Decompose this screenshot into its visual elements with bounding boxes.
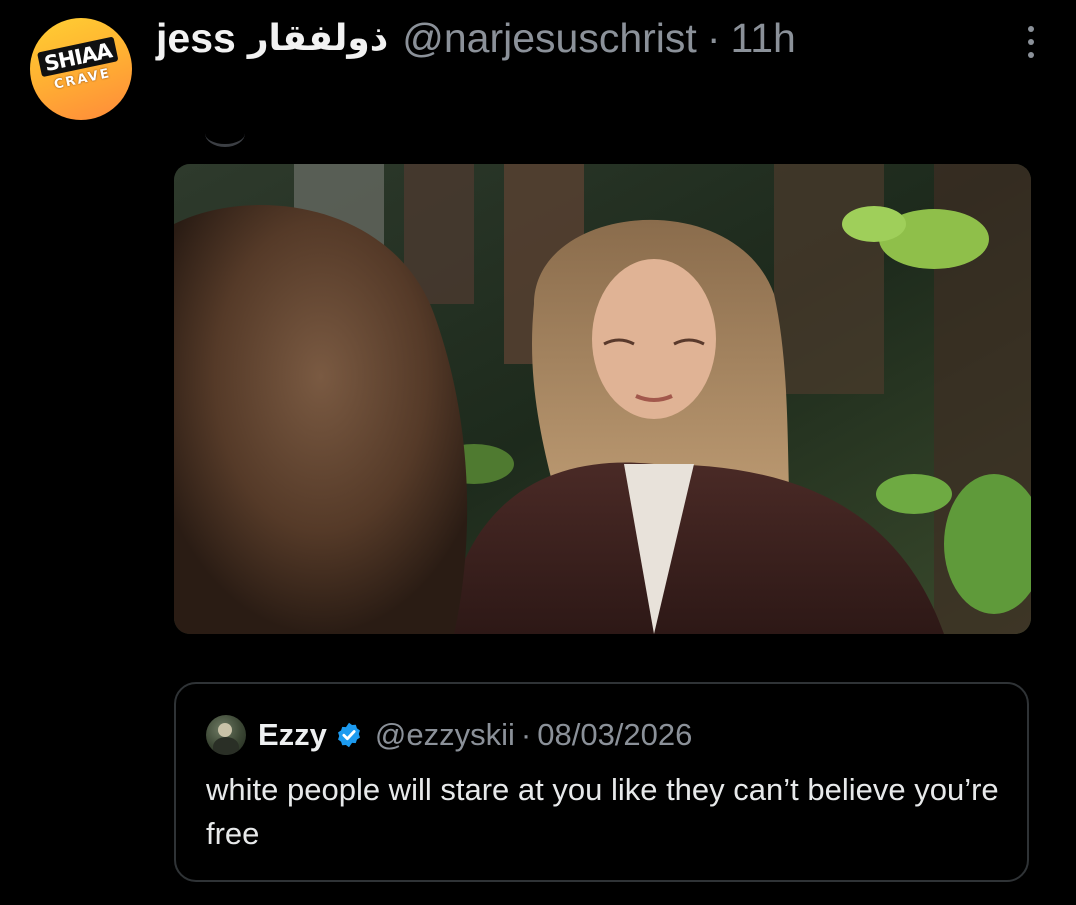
more-dot (1028, 52, 1034, 58)
quoted-author-display-name[interactable]: Ezzy (258, 717, 327, 753)
quoted-author-avatar[interactable] (206, 715, 246, 755)
author-handle[interactable]: @narjesuschrist (402, 15, 697, 62)
quoted-header-separator: · (520, 717, 532, 752)
verified-badge-icon (337, 722, 360, 748)
quoted-tweet[interactable]: Ezzy @ezzyskii · 08/03/2026 white people… (174, 682, 1029, 882)
author-display-name[interactable]: jess (156, 15, 236, 62)
avatar-logo: SHIAA CRAVE (33, 36, 129, 109)
quoted-author-handle[interactable]: @ezzyskii (375, 717, 515, 753)
author-avatar[interactable]: SHIAA CRAVE (30, 18, 132, 120)
quoted-tweet-header: Ezzy @ezzyskii · 08/03/2026 (206, 714, 692, 756)
more-dot (1028, 39, 1034, 45)
more-vertical-icon[interactable] (1021, 22, 1041, 62)
header-separator: · (706, 14, 721, 61)
tweet: SHIAA CRAVE jess ذولفقار @narjesuschrist… (0, 0, 1076, 905)
tweet-media-image[interactable] (174, 164, 1031, 634)
more-dot (1028, 26, 1034, 32)
thread-connector (205, 120, 245, 147)
media-photo (174, 164, 1031, 634)
author-display-name-arabic[interactable]: ذولفقار (248, 18, 388, 59)
quoted-tweet-date[interactable]: 08/03/2026 (537, 717, 692, 753)
tweet-header: jess ذولفقار @narjesuschrist · 11h (156, 8, 796, 68)
quoted-tweet-text: white people will stare at you like they… (206, 772, 999, 851)
tweet-timestamp[interactable]: 11h (730, 15, 795, 62)
